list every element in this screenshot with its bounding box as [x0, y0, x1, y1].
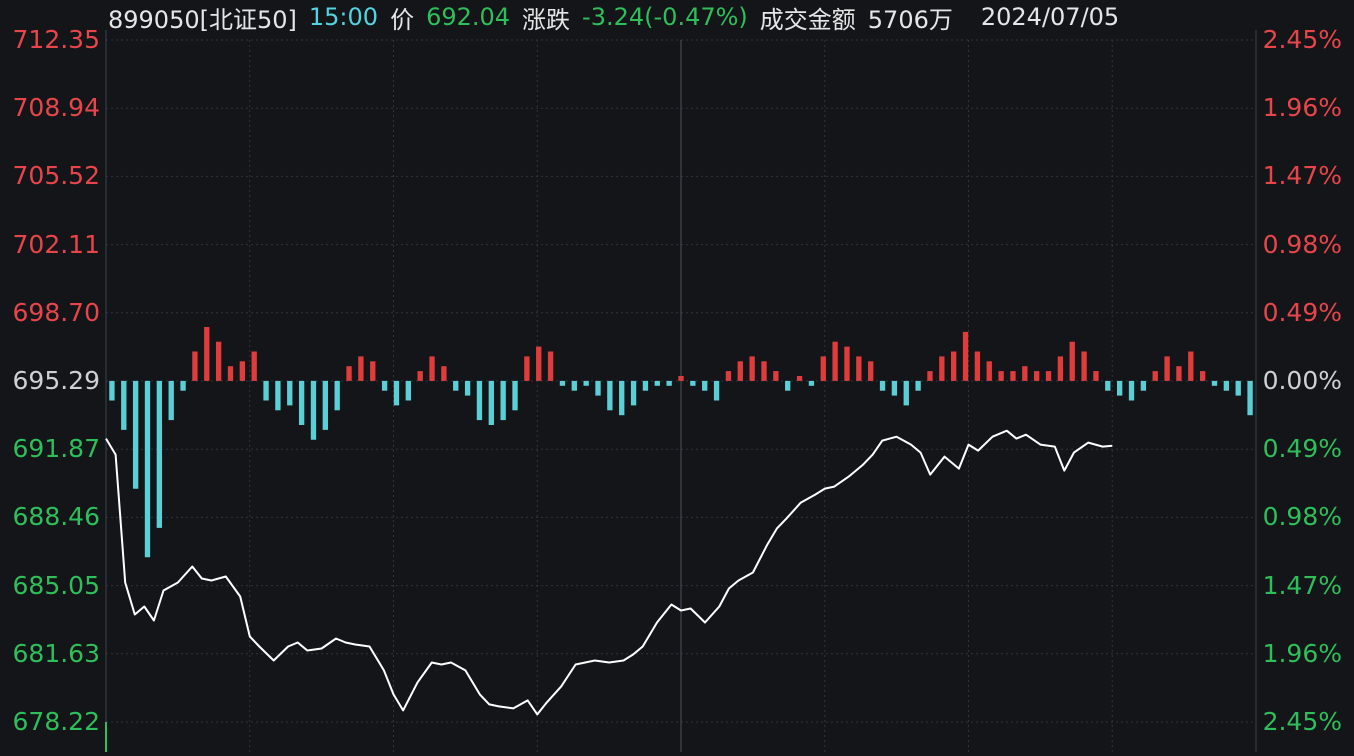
chart-svg: [105, 30, 1257, 752]
chart-header: 899050[北证50] 15:00 价 692.04 涨跌 -3.24(-0.…: [108, 2, 1131, 34]
price-value: 692.04: [426, 3, 511, 31]
right-tick-label: 0.00%: [1262, 366, 1342, 395]
left-tick-label: 705.52: [12, 161, 100, 191]
time-value: 15:00: [308, 3, 379, 31]
left-tick-label: 681.63: [12, 638, 100, 668]
left-tick-label: 688.46: [12, 502, 100, 532]
index-code: 899050[北证50]: [108, 5, 297, 34]
right-tick-label: 0.49%: [1262, 297, 1342, 327]
right-tick-label: 1.47%: [1262, 161, 1342, 191]
right-tick-label: 1.96%: [1262, 638, 1342, 668]
left-tick-label: 695.29: [12, 366, 100, 395]
amount-value: 5706万: [867, 5, 953, 34]
change-value: -3.24(-0.47%): [582, 3, 748, 31]
left-tick-label: 698.70: [12, 297, 100, 327]
price-line: [105, 429, 1113, 716]
change-label: 涨跌: [522, 5, 571, 34]
left-tick-label: 708.94: [12, 93, 100, 123]
right-tick-label: 1.96%: [1262, 93, 1342, 123]
right-tick-label: 2.45%: [1262, 25, 1342, 54]
right-tick-label: 1.47%: [1262, 570, 1342, 600]
right-tick-label: 0.98%: [1262, 229, 1342, 259]
left-tick-label: 678.22: [12, 707, 100, 736]
left-tick-label: 691.87: [12, 434, 100, 464]
right-tick-label: 2.45%: [1262, 707, 1342, 736]
price-label: 价: [390, 5, 415, 34]
right-tick-label: 0.49%: [1262, 434, 1342, 464]
left-tick-label: 712.35: [12, 25, 100, 54]
right-tick-label: 0.98%: [1262, 502, 1342, 532]
intraday-chart[interactable]: [0, 0, 1354, 752]
date-value: 2024/07/05: [980, 3, 1120, 31]
amount-label: 成交金额: [759, 5, 856, 34]
left-tick-label: 702.11: [12, 229, 100, 259]
left-tick-label: 685.05: [12, 570, 100, 600]
